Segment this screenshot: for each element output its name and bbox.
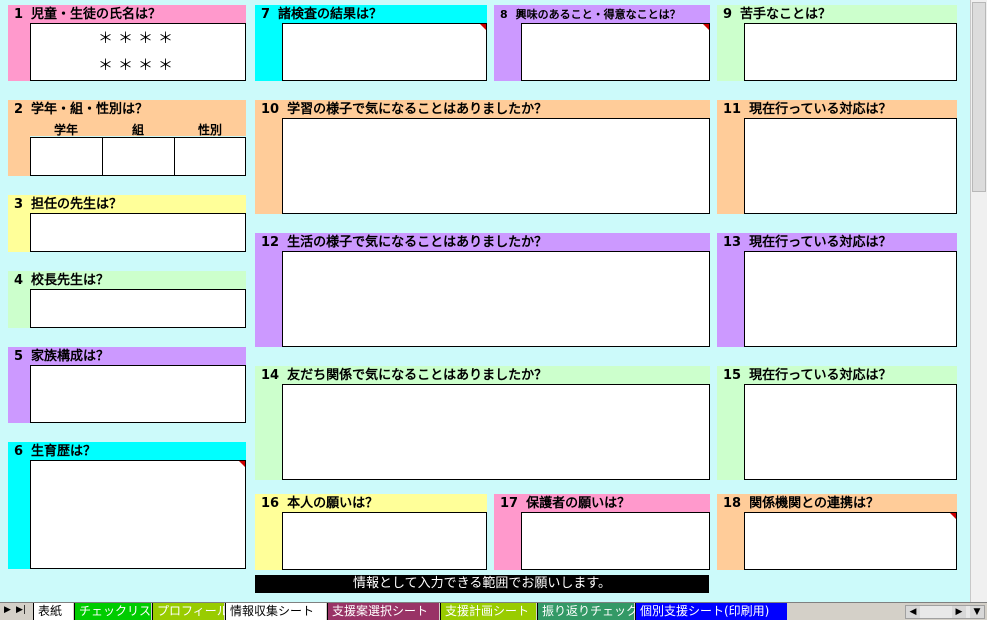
interests-strengths-field[interactable] [521,23,710,81]
panel-title: 学習の様子で気になることはありましたか？ [287,102,548,117]
panel-title: 生活の様子で気になることはありましたか？ [287,235,548,250]
panel-life-current-response: 13 現在行っている対応は？ [717,233,957,347]
panel-homeroom-teacher: 3 担任の先生は？ [8,195,246,252]
panel-student-wishes: 16 本人の願いは？ [255,494,487,570]
guardian-wishes-field[interactable] [521,512,710,570]
panel-title: 生育歴は？ [31,444,97,459]
student-name-field[interactable]: ＊＊＊＊ ＊＊＊＊ [30,23,246,81]
sheet-tab[interactable]: 支援計画シート [440,603,536,620]
family-structure-field[interactable] [30,365,246,423]
class-field[interactable] [102,137,175,176]
learning-response-field[interactable] [744,118,957,214]
panel-number: 12 [261,235,280,250]
friendship-concerns-field[interactable] [282,384,710,480]
name-row-2: ＊＊＊＊ [97,56,178,74]
panel-number: 7 [261,7,271,22]
panel-number: 10 [261,102,280,117]
tab-scroll-last-icon[interactable]: ▶| [16,605,26,615]
panel-life-concerns: 12 生活の様子で気になることはありましたか？ [255,233,710,347]
instruction-banner: 情報として入力できる範囲でお願いします。 [255,575,709,593]
scroll-down-icon[interactable]: ▼ [970,606,984,618]
panel-learning-current-response: 11 現在行っている対応は？ [717,100,957,214]
panel-title: 校長先生は？ [31,273,110,288]
panel-title: 児童・生徒の氏名は？ [31,7,162,22]
sheet-tab-bar: ▶ ▶| 表紙 チェックリスト プロフィール 情報収集シート 支援案選択シート 支援計画シ… [0,602,987,620]
panel-title: 関係機関との連携は？ [749,496,879,511]
scroll-left-icon[interactable]: ◀ [906,606,920,618]
agency-collaboration-field[interactable] [744,512,957,570]
panel-family-structure: 5 家族構成は？ [8,347,246,423]
panel-title: 興味のあること・得意なことは？ [515,8,681,21]
panel-student-name: 1 児童・生徒の氏名は？ ＊＊＊＊ ＊＊＊＊ [8,5,246,81]
horizontal-scrollbar[interactable]: ◀ ▶ ▼ [905,605,985,619]
sheet-tab[interactable]: 個別支援シート(印刷用) [635,603,787,620]
panel-title: 現在行っている対応は？ [749,368,892,383]
panel-agency-collaboration: 18 関係機関との連携は？ [717,494,957,570]
panel-title: 友だち関係で気になることはありましたか？ [287,368,548,383]
panel-title: 家族構成は？ [31,349,110,364]
panel-number: 6 [14,444,24,459]
sheet-tab[interactable]: プロフィール [152,603,229,620]
learning-concerns-field[interactable] [282,118,710,214]
panel-number: 3 [14,197,24,212]
panel-number: 15 [723,368,742,383]
panel-number: 13 [723,235,742,250]
grade-header: 学年 [53,123,78,137]
principal-field[interactable] [30,289,246,328]
friendship-response-field[interactable] [744,384,957,480]
panel-number: 11 [723,102,742,117]
panel-grade-class-gender: 2 学年・組・性別は？ 学年 組 性別 [8,100,246,176]
gender-header: 性別 [197,123,222,137]
panel-number: 14 [261,368,280,383]
gender-field[interactable] [174,137,246,176]
developmental-history-field[interactable] [30,460,246,569]
panel-test-results: 7 諸検査の結果は？ [255,5,487,81]
life-concerns-field[interactable] [282,251,710,347]
panel-friendship-current-response: 15 現在行っている対応は？ [717,366,957,480]
panel-title: 現在行っている対応は？ [749,102,892,117]
panel-friendship-concerns: 14 友だち関係で気になることはありましたか？ [255,366,710,480]
weaknesses-field[interactable] [744,23,957,81]
sheet-tab[interactable]: 表紙 [33,603,73,620]
sheet-tab[interactable]: 振り返りチェック [537,603,638,620]
panel-principal: 4 校長先生は？ [8,271,246,328]
panel-number: 2 [14,102,24,117]
name-row-1: ＊＊＊＊ [97,29,178,47]
panel-title: 本人の願いは？ [287,496,379,511]
life-response-field[interactable] [744,251,957,347]
panel-number: 16 [261,496,280,511]
panel-interests-strengths: 8 興味のあること・得意なことは？ [494,5,710,81]
panel-developmental-history: 6 生育歴は？ [8,442,246,569]
panel-number: 4 [14,273,24,288]
panel-title: 学年・組・性別は？ [31,102,149,117]
panel-title: 苦手なことは？ [740,7,832,22]
panel-title: 担任の先生は？ [31,197,123,212]
test-results-field[interactable] [282,23,487,81]
sheet-tab[interactable]: 支援案選択シート [327,603,439,620]
panel-number: 8 [500,8,508,21]
student-wishes-field[interactable] [282,512,487,570]
class-header: 組 [131,123,144,137]
panel-number: 9 [723,7,733,22]
sheet-tab[interactable]: 情報収集シート [225,603,326,620]
tab-scroll-next-icon[interactable]: ▶ [4,605,11,615]
vertical-scroll-thumb[interactable] [972,2,986,192]
sheet-tab[interactable]: チェックリスト [74,603,163,620]
panel-guardian-wishes: 17 保護者の願いは？ [494,494,710,570]
panel-weaknesses: 9 苦手なことは？ [717,5,957,81]
grade-field[interactable] [30,137,103,176]
panel-number: 17 [500,496,519,511]
scroll-right-icon[interactable]: ▶ [952,606,966,618]
panel-number: 5 [14,349,24,364]
panel-number: 18 [723,496,742,511]
panel-title: 保護者の願いは？ [526,496,631,511]
panel-number: 1 [14,7,24,22]
homeroom-teacher-field[interactable] [30,213,246,252]
spreadsheet-area: 1 児童・生徒の氏名は？ ＊＊＊＊ ＊＊＊＊ 2 学年・組・性別は？ 学年 組 性別… [0,0,970,602]
panel-title: 現在行っている対応は？ [749,235,892,250]
panel-learning-concerns: 10 学習の様子で気になることはありましたか？ [255,100,710,214]
panel-title: 諸検査の結果は？ [278,7,383,22]
vertical-scrollbar[interactable] [970,0,987,602]
